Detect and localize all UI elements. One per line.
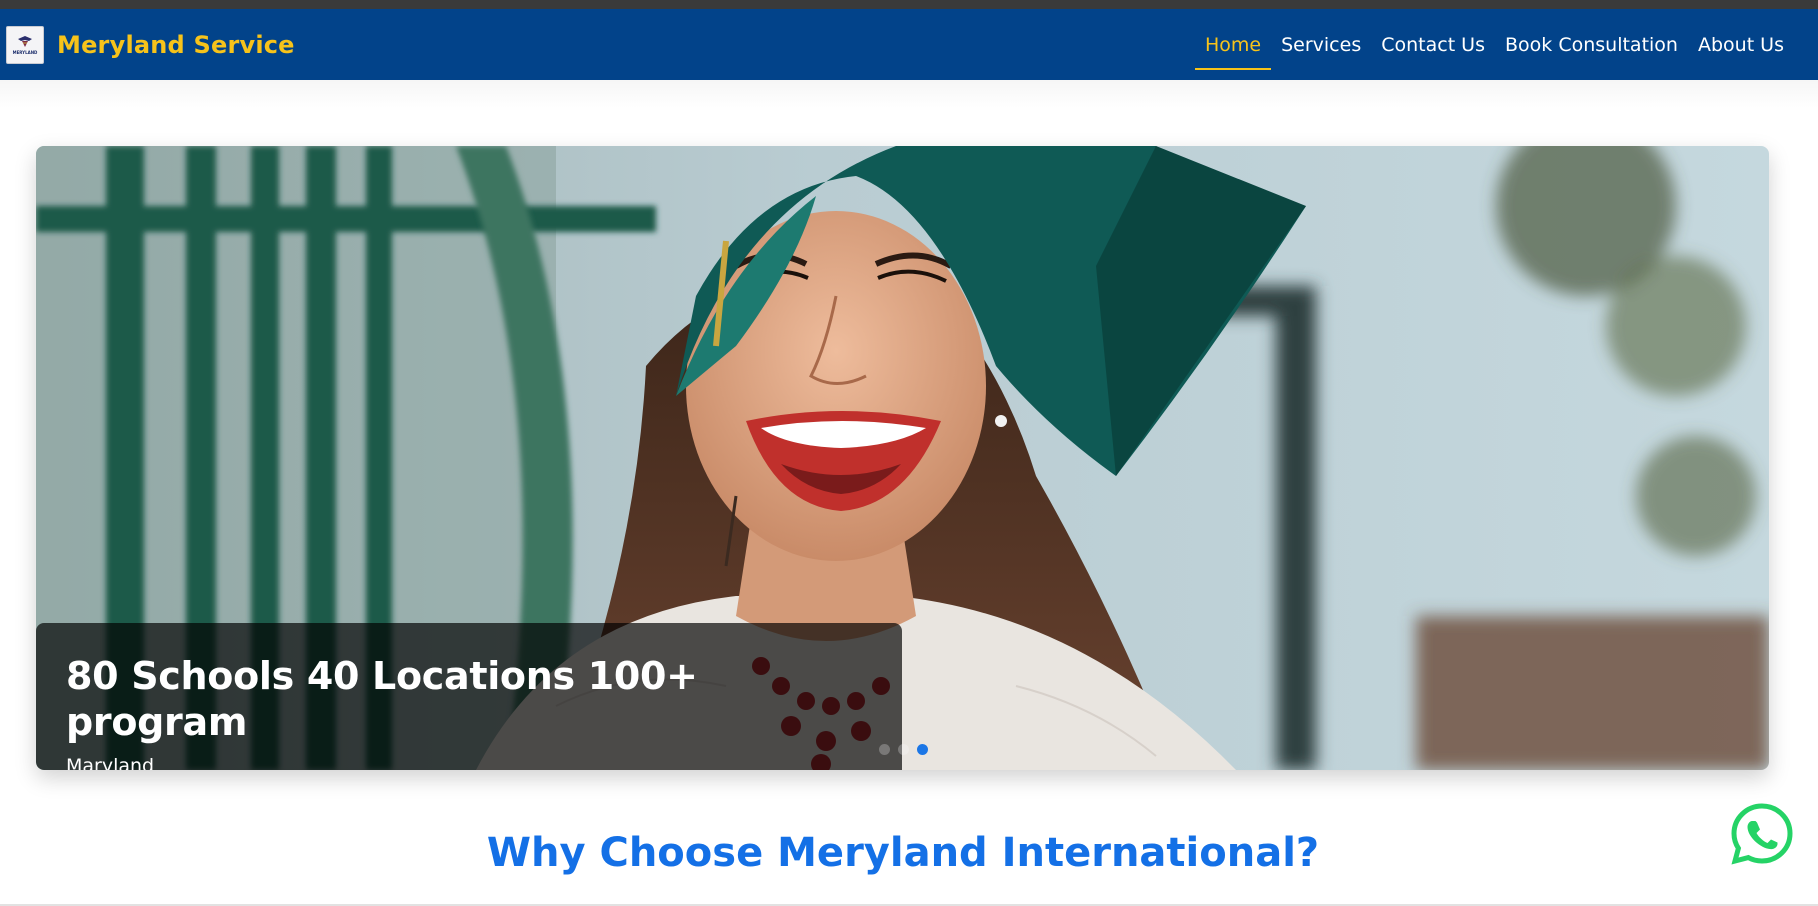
nav-menu: Home Services Contact Us Book Consultati…: [1194, 9, 1794, 80]
carousel-dot-3[interactable]: [917, 744, 928, 755]
whatsapp-icon[interactable]: [1730, 802, 1794, 866]
nav-item-home[interactable]: Home: [1194, 9, 1272, 80]
carousel-dot-2[interactable]: [898, 744, 909, 755]
navbar-shadow: [0, 80, 1818, 108]
nav-item-about-us[interactable]: About Us: [1688, 9, 1794, 80]
brand-name: Meryland Service: [57, 30, 295, 59]
nav-item-contact-us[interactable]: Contact Us: [1371, 9, 1495, 80]
hero-caption-title: 80 Schools 40 Locations 100+ program: [66, 654, 698, 744]
browser-top-strip: [0, 0, 1818, 9]
section-title: Why Choose Meryland International?: [486, 830, 1320, 876]
logo-text: MERYLAND: [12, 50, 38, 55]
carousel-dot-1[interactable]: [879, 744, 890, 755]
eagle-crest-icon: [18, 36, 32, 47]
carousel-indicators: [879, 744, 928, 755]
hero-caption-subtitle: Maryland: [66, 755, 155, 770]
nav-item-services[interactable]: Services: [1271, 9, 1371, 80]
navbar: MERYLAND Meryland Service Home Services …: [0, 9, 1818, 80]
nav-item-book-consultation[interactable]: Book Consultation: [1495, 9, 1688, 80]
brand-link[interactable]: MERYLAND Meryland Service: [6, 25, 295, 64]
hero-caption: 80 Schools 40 Locations 100+ program Mar…: [36, 623, 902, 770]
hero-carousel[interactable]: 80 Schools 40 Locations 100+ program Mar…: [36, 146, 1769, 770]
brand-logo: MERYLAND: [6, 25, 44, 64]
